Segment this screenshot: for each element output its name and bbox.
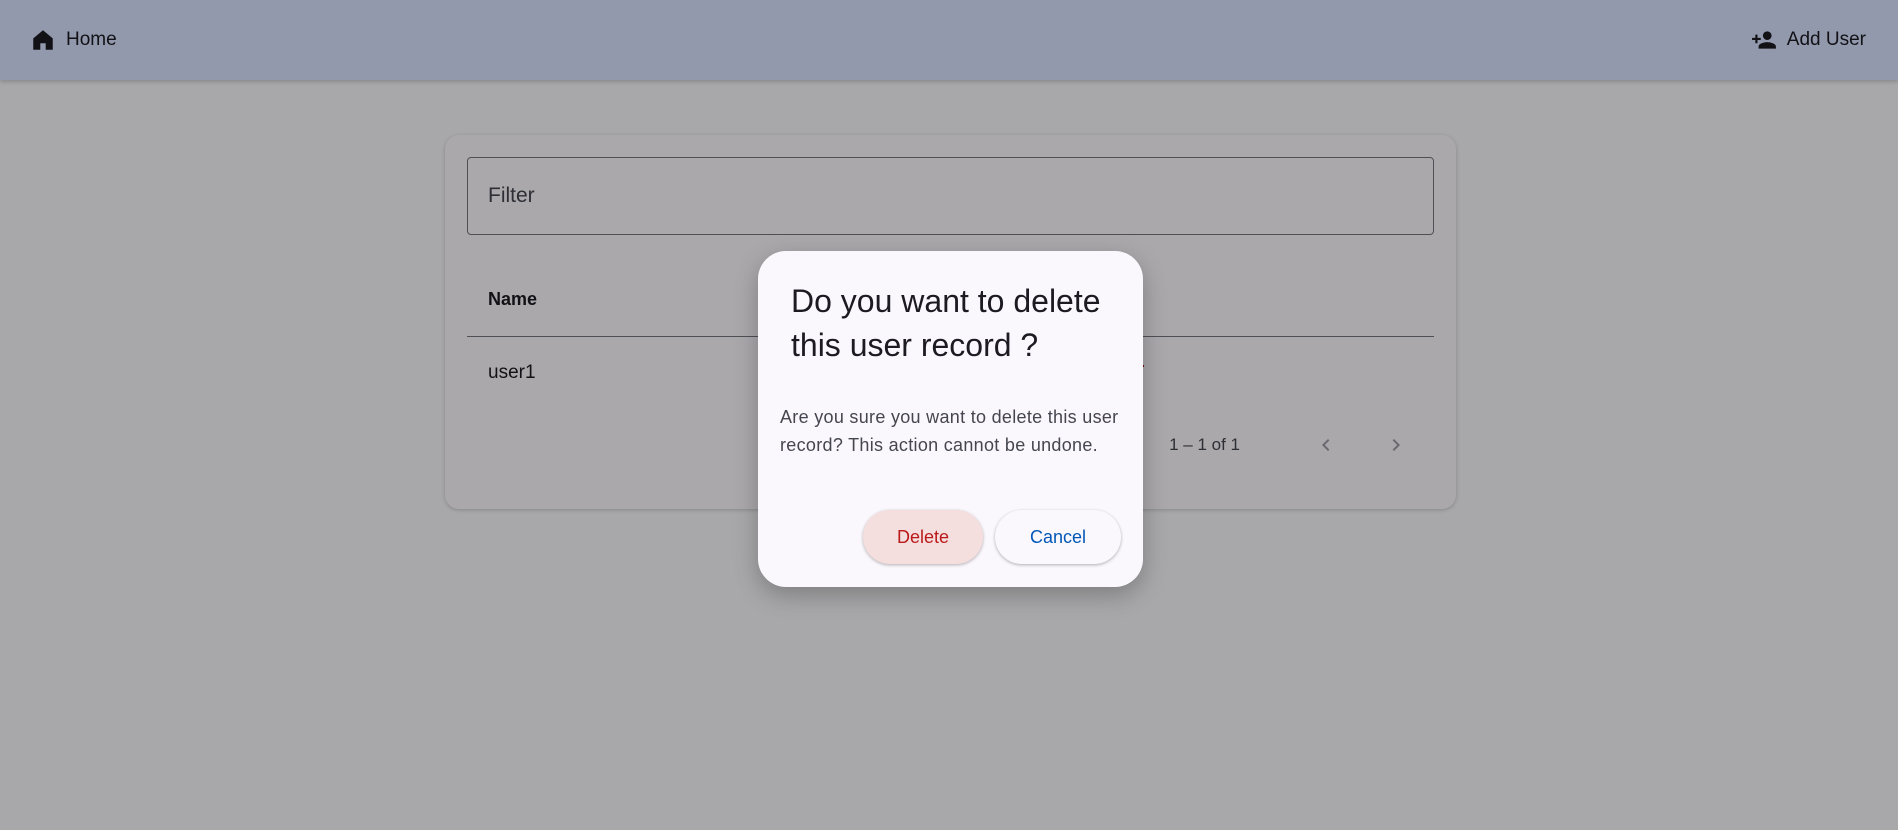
- dialog-actions: Delete Cancel: [863, 510, 1121, 564]
- delete-confirm-dialog: Do you want to delete this user record ?…: [758, 251, 1143, 587]
- dialog-title: Do you want to delete this user record ?: [791, 283, 1101, 363]
- confirm-delete-button[interactable]: Delete: [863, 510, 983, 564]
- cancel-button[interactable]: Cancel: [995, 510, 1121, 564]
- dialog-message: Are you sure you want to delete this use…: [780, 407, 1119, 455]
- app-root: Home Add User Filter Name user1 1 – 1 of…: [0, 0, 1898, 830]
